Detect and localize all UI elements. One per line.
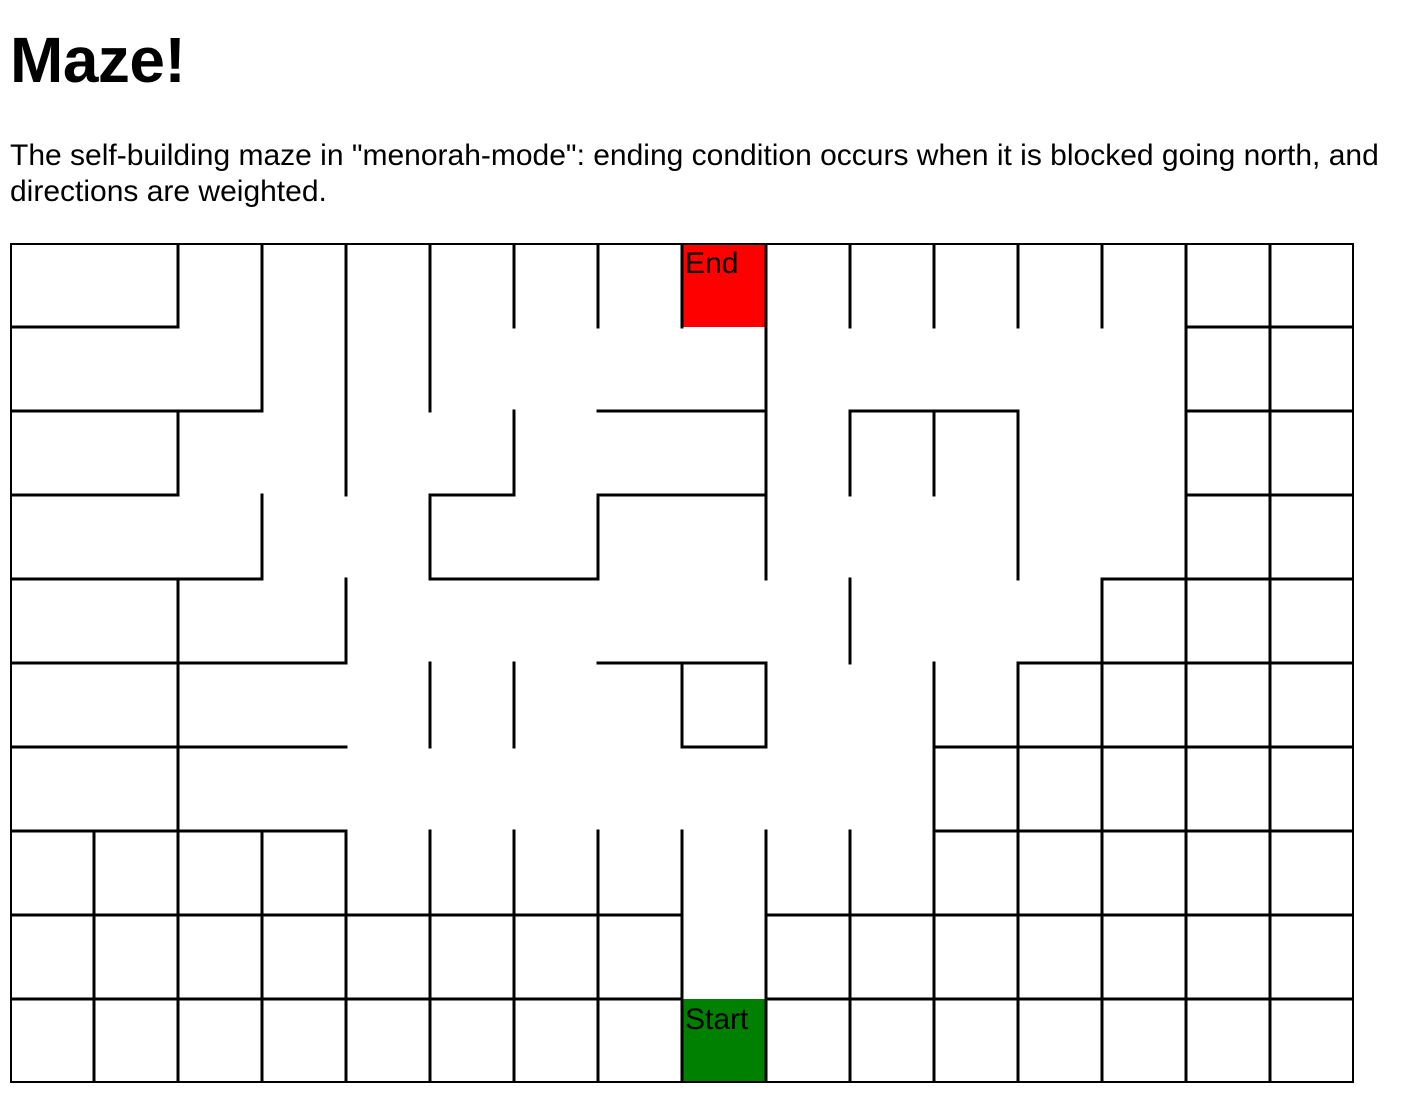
maze-board: Start End — [10, 243, 1354, 1083]
end-label: End — [685, 247, 738, 280]
page-description: The self-building maze in "menorah-mode"… — [10, 139, 1379, 208]
maze-walls — [10, 243, 1354, 1083]
start-label: Start — [685, 1003, 749, 1036]
page-title: Maze! — [10, 24, 186, 96]
